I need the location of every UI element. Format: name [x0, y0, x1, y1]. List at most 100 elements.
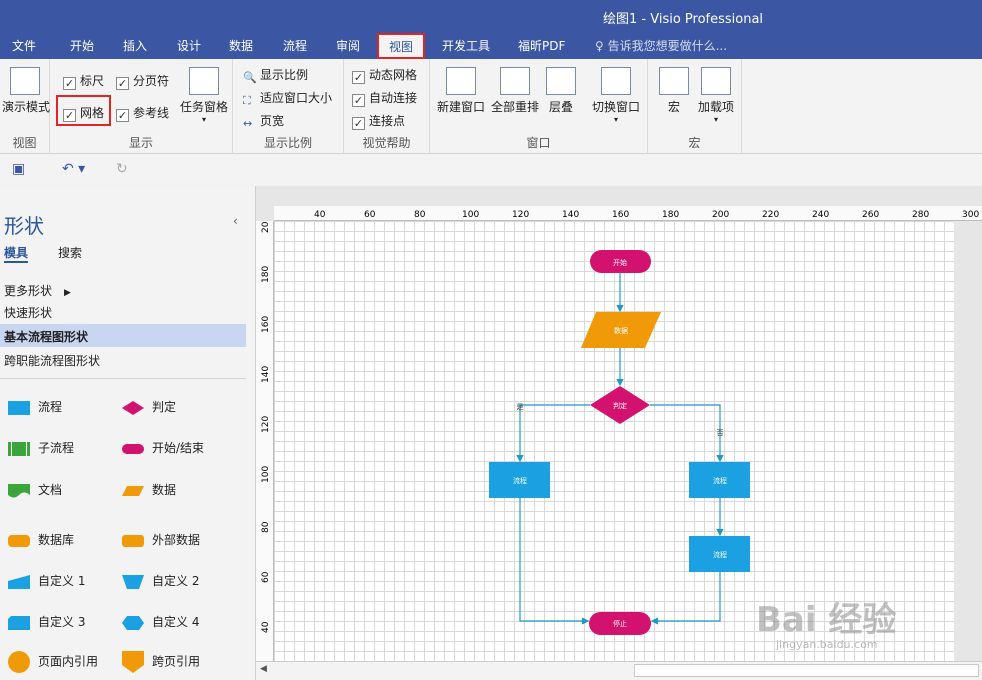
dynamic-grid-label: 动态网格: [369, 68, 418, 82]
shape-start-end[interactable]: 开始/结束: [122, 439, 204, 456]
group-label-zoom: 显示比例: [263, 136, 312, 150]
data-label: 数据: [614, 326, 628, 335]
cross-functional-stencil[interactable]: 跨职能流程图形状: [4, 352, 100, 369]
tab-data[interactable]: 数据: [229, 37, 253, 54]
dynamic-grid-checkbox[interactable]: ✓ 动态网格: [352, 66, 417, 84]
data-shape-icon: [122, 485, 144, 496]
tab-review[interactable]: 审阅: [336, 37, 360, 54]
ruler-checkbox[interactable]: ✓ 标尺: [63, 72, 104, 90]
page-width-button[interactable]: ↔ 页宽: [243, 112, 284, 130]
shape-document[interactable]: 文档: [8, 481, 62, 498]
cascade-button[interactable]: 层叠: [544, 67, 578, 115]
new-window-button[interactable]: 新建窗口: [434, 67, 488, 115]
addons-button[interactable]: 加载项 ▾: [696, 67, 736, 124]
group-label-show: 显示: [128, 136, 153, 150]
zoom-button[interactable]: 🔍 显示比例: [243, 66, 308, 84]
shape-on-page-reference[interactable]: 页面内引用: [8, 651, 98, 673]
ruler-tick-label: 80: [414, 210, 426, 220]
undo-icon[interactable]: ↶ ▾: [62, 161, 85, 177]
switch-windows-icon: [601, 67, 631, 95]
zoom-label: 显示比例: [260, 68, 309, 82]
group-label-window: 窗口: [526, 136, 551, 150]
tab-file[interactable]: 文件: [12, 37, 36, 54]
shape-label: 自定义 1: [38, 574, 86, 588]
tab-insert[interactable]: 插入: [123, 37, 147, 54]
group-view: 演示模式 视图: [0, 59, 50, 154]
decision-label: 判定: [613, 401, 627, 410]
fit-to-window-button[interactable]: ⛶ 适应窗口大小: [243, 89, 332, 107]
shape-database[interactable]: 数据库: [8, 531, 74, 548]
more-shapes-item[interactable]: 更多形状 ▶: [4, 282, 71, 299]
shape-custom-1[interactable]: 自定义 1: [8, 572, 85, 589]
save-icon[interactable]: ▣: [12, 161, 25, 177]
macros-button[interactable]: 宏: [658, 67, 690, 115]
more-shapes-label: 更多形状: [4, 284, 53, 298]
shape-custom-2[interactable]: 自定义 2: [122, 572, 199, 589]
new-window-label: 新建窗口: [436, 100, 485, 114]
shape-off-page-reference[interactable]: 跨页引用: [122, 651, 200, 673]
guides-checkbox[interactable]: ✓ 参考线: [116, 104, 169, 122]
database-shape-icon: [8, 534, 30, 547]
connection-points-label: 连接点: [369, 114, 406, 128]
tab-foxit-pdf[interactable]: 福昕PDF: [518, 37, 565, 54]
pagebreak-checkbox[interactable]: ✓ 分页符: [116, 72, 169, 90]
process-right1-label: 流程: [713, 476, 727, 485]
connector[interactable]: [519, 498, 590, 625]
shape-label: 数据库: [38, 533, 75, 547]
end-label: 停止: [613, 619, 627, 628]
tab-stencils[interactable]: 模具: [4, 244, 29, 263]
tell-me-search[interactable]: ♀ 告诉我您想要做什么...: [595, 37, 727, 54]
horizontal-scrollbar[interactable]: ◀: [256, 661, 982, 680]
ruler-tick-label: 60: [261, 571, 271, 583]
shape-decision[interactable]: 判定: [122, 398, 176, 415]
shape-subprocess[interactable]: 子流程: [8, 439, 74, 456]
shape-data[interactable]: 数据: [122, 481, 176, 498]
group-macros: 宏 加载项 ▾ 宏: [648, 59, 742, 154]
group-visual-aids: ✓ 动态网格 ✓ 自动连接 ✓ 连接点 视觉帮助: [344, 59, 430, 154]
arrange-all-button[interactable]: 全部重排: [488, 67, 542, 115]
connector-yes[interactable]: [516, 404, 590, 463]
subprocess-shape-icon: [8, 441, 30, 456]
task-panes-button[interactable]: 任务窗格 ▾: [178, 67, 230, 124]
zoom-icon: 🔍: [243, 71, 257, 84]
shape-custom-4[interactable]: 自定义 4: [122, 613, 199, 630]
process-right2-label: 流程: [713, 550, 727, 559]
macros-label: 宏: [667, 100, 680, 114]
chevron-right-icon: ▶: [64, 288, 71, 298]
connector[interactable]: [650, 572, 721, 625]
tab-process[interactable]: 流程: [283, 37, 307, 54]
connection-points-checkbox[interactable]: ✓ 连接点: [352, 112, 405, 130]
scrollbar-thumb[interactable]: [634, 664, 979, 677]
task-panes-label: 任务窗格: [179, 100, 228, 114]
tab-view[interactable]: 视图: [377, 33, 426, 59]
group-zoom: 🔍 显示比例 ⛶ 适应窗口大小 ↔ 页宽 显示比例: [233, 59, 344, 154]
shape-external-data[interactable]: 外部数据: [122, 531, 200, 548]
page-width-label: 页宽: [260, 114, 285, 128]
watermark-text: Bai 经验: [756, 600, 897, 640]
tab-home[interactable]: 开始: [70, 37, 94, 54]
decision-shape-icon: [122, 400, 144, 415]
shape-custom-3[interactable]: 自定义 3: [8, 613, 85, 630]
window-title: 绘图1 - Visio Professional: [603, 12, 764, 27]
presentation-mode-button[interactable]: 演示模式: [2, 67, 50, 115]
ribbon: 演示模式 视图 ✓ 标尺 ✓ 分页符 ✓ 网格 ✓ 参考线 任务窗格 ▾ 显示 🔍 显示比例…: [0, 59, 982, 154]
tab-design[interactable]: 设计: [177, 37, 201, 54]
scroll-left-icon[interactable]: ◀: [260, 664, 267, 674]
redo-icon[interactable]: ↻: [116, 161, 128, 177]
custom1-shape-icon: [8, 574, 30, 589]
arrange-all-icon: [500, 67, 530, 95]
autoconnect-checkbox[interactable]: ✓ 自动连接: [352, 89, 417, 107]
drawing-area[interactable]: 40 60 80 100 120 140 160 180 200 220 240…: [256, 186, 982, 680]
grid-highlight-box: [56, 95, 111, 126]
collapse-pane-icon[interactable]: ‹: [233, 214, 238, 228]
tab-developer[interactable]: 开发工具: [442, 37, 490, 54]
connector-no[interactable]: [650, 404, 724, 463]
ruler-tick-label: 180: [261, 266, 271, 283]
shape-label: 自定义 4: [152, 615, 200, 629]
quick-shapes-item[interactable]: 快速形状: [4, 304, 52, 321]
switch-windows-button[interactable]: 切换窗口 ▾: [588, 67, 644, 124]
basic-flowchart-stencil[interactable]: 基本流程图形状: [0, 324, 246, 347]
shape-process[interactable]: 流程: [8, 398, 62, 415]
process-left-label: 流程: [513, 476, 527, 485]
tab-search[interactable]: 搜索: [58, 244, 82, 261]
